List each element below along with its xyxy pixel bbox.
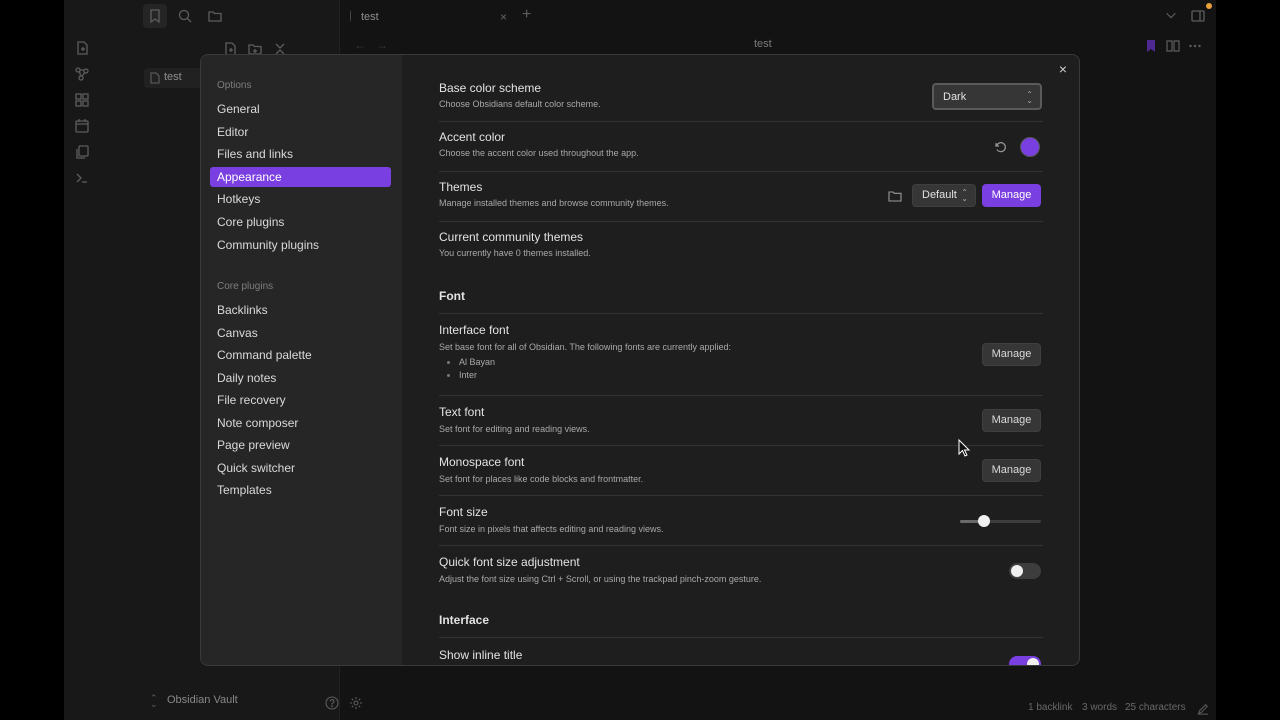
setting-name: Text font: [439, 405, 485, 419]
setting-accent-color: Accent color Choose the accent color use…: [439, 122, 1043, 172]
setting-name: Themes: [439, 180, 483, 194]
setting-description: Adjust the font size using Ctrl + Scroll…: [439, 574, 762, 584]
setting-name: Current community themes: [439, 230, 584, 244]
settings-nav: Options General Editor Files and links A…: [201, 55, 402, 665]
setting-base-color-scheme: Base color scheme Choose Obsidians defau…: [439, 75, 1043, 122]
slider-thumb[interactable]: [978, 515, 991, 527]
mouse-cursor-icon: [958, 439, 970, 457]
nav-templates[interactable]: Templates: [210, 480, 391, 500]
setting-name: Accent color: [439, 130, 506, 144]
setting-inline-title: Show inline title: [439, 638, 1043, 665]
setting-quick-font-size: Quick font size adjustment Adjust the fo…: [439, 546, 1043, 596]
font-list-item: Al Bayan: [446, 357, 495, 367]
setting-description: Choose the accent color used throughout …: [439, 148, 639, 158]
interface-section: Interface: [439, 605, 1043, 638]
setting-description: Manage installed themes and browse commu…: [439, 198, 669, 208]
toggle-knob: [1027, 658, 1039, 665]
manage-themes-button[interactable]: Manage: [982, 184, 1041, 207]
setting-themes: Themes Manage installed themes and brows…: [439, 172, 1043, 222]
setting-name: Quick font size adjustment: [439, 555, 580, 569]
setting-name: Monospace font: [439, 455, 525, 469]
applied-fonts-list: Al Bayan Inter: [446, 357, 495, 383]
core-plugins-heading: Core plugins: [217, 281, 274, 292]
manage-interface-font-button[interactable]: Manage: [982, 343, 1041, 366]
close-settings-button[interactable]: ×: [1055, 61, 1071, 77]
nav-daily-notes[interactable]: Daily notes: [210, 368, 391, 388]
setting-name: Font size: [439, 505, 488, 519]
nav-files-and-links[interactable]: Files and links: [210, 144, 391, 164]
manage-monospace-font-button[interactable]: Manage: [982, 459, 1041, 482]
settings-modal: Options General Editor Files and links A…: [200, 54, 1080, 666]
nav-community-plugins[interactable]: Community plugins: [210, 235, 391, 255]
accent-color-swatch[interactable]: [1020, 137, 1040, 157]
section-heading: Font: [439, 289, 465, 303]
chevron-updown-icon: ⌃ ⌄: [961, 188, 968, 203]
setting-description: Set base font for all of Obsidian. The f…: [439, 342, 731, 352]
nav-editor[interactable]: Editor: [210, 122, 391, 142]
open-themes-folder-icon[interactable]: [888, 189, 902, 203]
manage-text-font-button[interactable]: Manage: [982, 409, 1041, 432]
nav-quick-switcher[interactable]: Quick switcher: [210, 458, 391, 478]
chevron-updown-icon: ⌃ ⌄: [1026, 90, 1033, 105]
nav-canvas[interactable]: Canvas: [210, 323, 391, 343]
font-section: Font: [439, 281, 1043, 314]
setting-description: Set font for places like code blocks and…: [439, 474, 644, 484]
select-value: Dark: [943, 91, 967, 103]
setting-name: Base color scheme: [439, 81, 542, 95]
reset-icon[interactable]: [994, 140, 1008, 154]
select-value: Default: [922, 189, 957, 201]
nav-file-recovery[interactable]: File recovery: [210, 390, 391, 410]
options-heading: Options: [217, 80, 252, 91]
setting-font-size: Font size Font size in pixels that affec…: [439, 496, 1043, 546]
nav-backlinks[interactable]: Backlinks: [210, 300, 391, 320]
setting-community-themes: Current community themes You currently h…: [439, 222, 1043, 272]
quick-font-size-toggle[interactable]: [1009, 563, 1041, 579]
nav-note-composer[interactable]: Note composer: [210, 413, 391, 433]
setting-description: Font size in pixels that affects editing…: [439, 524, 664, 534]
theme-select[interactable]: Default ⌃ ⌄: [912, 184, 976, 207]
notification-dot: [1206, 3, 1212, 9]
setting-name: Show inline title: [439, 648, 523, 662]
screen-edge: [1216, 0, 1280, 720]
inline-title-toggle[interactable]: [1009, 656, 1041, 665]
setting-description: Choose Obsidians default color scheme.: [439, 99, 601, 109]
setting-interface-font: Interface font Set base font for all of …: [439, 314, 1043, 396]
setting-description: Set font for editing and reading views.: [439, 424, 590, 434]
nav-hotkeys[interactable]: Hotkeys: [210, 189, 391, 209]
nav-command-palette[interactable]: Command palette: [210, 345, 391, 365]
nav-page-preview[interactable]: Page preview: [210, 435, 391, 455]
nav-appearance[interactable]: Appearance: [210, 167, 391, 187]
font-list-item: Inter: [446, 370, 495, 380]
setting-text-font: Text font Set font for editing and readi…: [439, 396, 1043, 446]
toggle-knob: [1011, 565, 1023, 577]
nav-core-plugins[interactable]: Core plugins: [210, 212, 391, 232]
setting-name: Interface font: [439, 323, 510, 337]
nav-general[interactable]: General: [210, 99, 391, 119]
setting-description: You currently have 0 themes installed.: [439, 248, 591, 258]
section-heading: Interface: [439, 613, 490, 627]
font-size-slider[interactable]: [960, 515, 1041, 527]
color-scheme-select[interactable]: Dark ⌃ ⌄: [932, 83, 1042, 110]
setting-monospace-font: Monospace font Set font for places like …: [439, 446, 1043, 496]
appearance-settings: Base color scheme Choose Obsidians defau…: [439, 55, 1043, 665]
